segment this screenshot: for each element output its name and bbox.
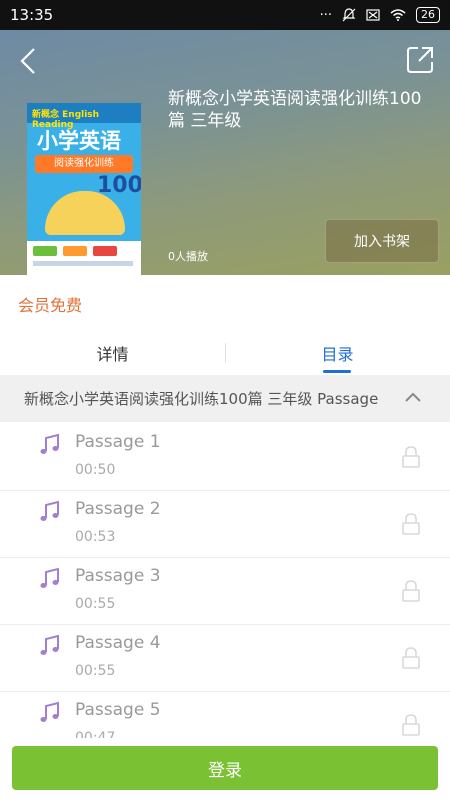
add-to-shelf-button[interactable]: 加入书架 xyxy=(325,219,439,263)
track-duration: 00:50 xyxy=(75,462,116,478)
track-item[interactable]: Passage 3 00:55 xyxy=(0,558,450,625)
music-note-icon xyxy=(40,634,59,655)
back-icon xyxy=(20,48,35,74)
catalog-section-title: 新概念小学英语阅读强化训练100篇 三年级 Passage xyxy=(24,390,379,408)
music-note-icon xyxy=(40,701,59,722)
tab-catalog[interactable]: 目录 xyxy=(225,333,450,373)
book-cover: 新概念 English Reading 小学英语 阅读强化训练 100 xyxy=(27,103,141,275)
cover-deco xyxy=(33,246,57,256)
mute-bell-icon xyxy=(342,8,356,22)
cover-deco xyxy=(63,246,87,256)
lock-icon xyxy=(402,513,420,535)
track-item[interactable]: Passage 4 00:55 xyxy=(0,625,450,692)
music-note-icon xyxy=(40,567,59,588)
cover-footer xyxy=(27,241,141,275)
bottom-bar: 登录 xyxy=(0,738,450,800)
back-button[interactable] xyxy=(12,44,46,78)
cover-deco xyxy=(33,261,133,266)
login-button[interactable]: 登录 xyxy=(12,746,438,790)
lock-icon xyxy=(402,446,420,468)
status-time: 13:35 xyxy=(10,6,54,24)
lock-icon xyxy=(402,714,420,736)
play-count: 0人播放 xyxy=(168,250,208,263)
track-duration: 00:55 xyxy=(75,596,116,612)
cover-deco xyxy=(93,246,117,256)
track-title: Passage 4 xyxy=(75,633,161,653)
album-title: 新概念小学英语阅读强化训练100篇 三年级 xyxy=(168,89,422,131)
cover-main-title: 小学英语 xyxy=(37,129,121,153)
lock-icon xyxy=(402,580,420,602)
tab-active-indicator xyxy=(323,370,351,373)
catalog-section-header[interactable]: 新概念小学英语阅读强化训练100篇 三年级 Passage xyxy=(0,375,450,422)
track-title: Passage 5 xyxy=(75,700,161,720)
track-item[interactable]: Passage 2 00:53 xyxy=(0,491,450,558)
tab-details[interactable]: 详情 xyxy=(0,333,225,373)
music-note-icon xyxy=(40,500,59,521)
track-duration: 00:55 xyxy=(75,663,116,679)
track-duration: 00:53 xyxy=(75,529,116,545)
battery-indicator: 26 xyxy=(416,7,440,23)
music-note-icon xyxy=(40,433,59,454)
more-dots-icon: ··· xyxy=(319,7,332,23)
lock-icon xyxy=(402,647,420,669)
tab-bar: 详情 目录 xyxy=(0,333,450,373)
wifi-icon xyxy=(390,9,406,21)
share-button[interactable] xyxy=(404,44,436,76)
chevron-up-icon[interactable] xyxy=(404,391,422,403)
status-bar: 13:35 ··· 26 xyxy=(0,0,450,30)
cover-subtitle: 阅读强化训练 xyxy=(35,155,133,173)
track-item[interactable]: Passage 1 00:50 xyxy=(0,424,450,491)
share-icon xyxy=(407,47,433,73)
track-title: Passage 3 xyxy=(75,566,161,586)
track-title: Passage 1 xyxy=(75,432,161,452)
sim-icon xyxy=(366,9,380,21)
track-list: Passage 1 00:50 Passage 2 00:53 Passage … xyxy=(0,424,450,759)
track-title: Passage 2 xyxy=(75,499,161,519)
cover-top-strip: 新概念 English Reading xyxy=(27,103,141,130)
member-free-label: 会员免费 xyxy=(18,296,83,315)
status-icons: ··· 26 xyxy=(320,7,440,23)
